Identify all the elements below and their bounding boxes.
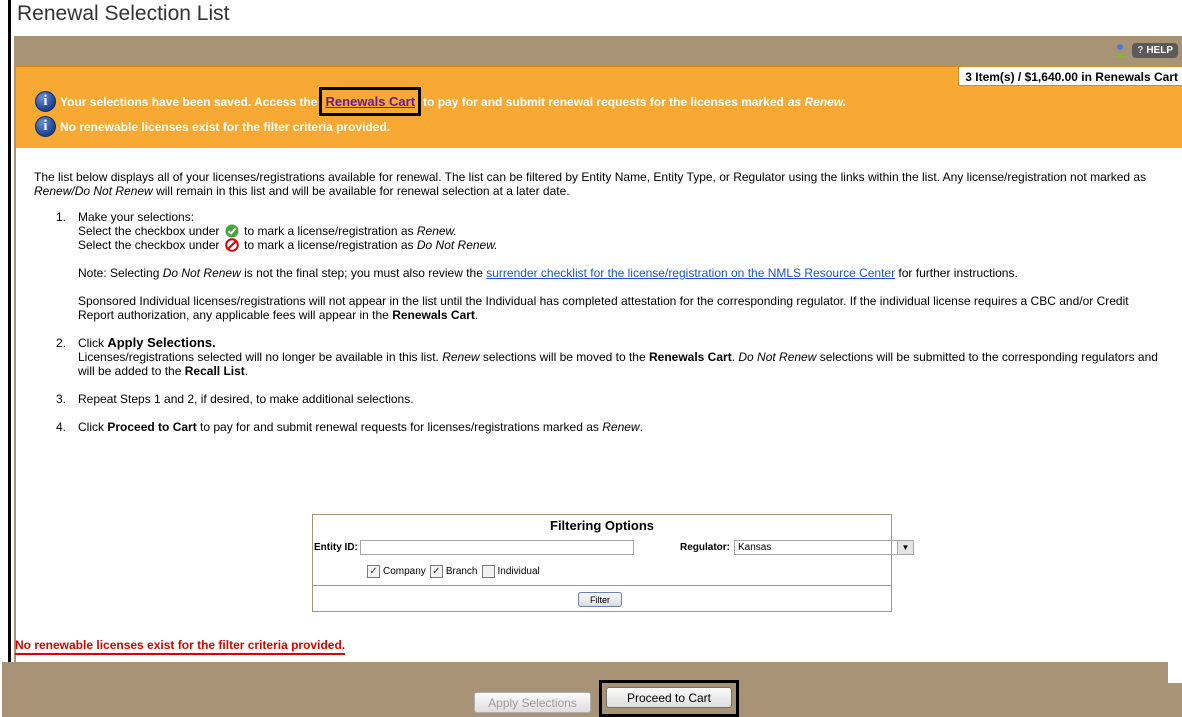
step-1-line-1-b: to mark a license/registration as [244,224,414,238]
step-2-bold: Apply Selections. [107,335,216,350]
intro-text-end: will remain in this list and will be ava… [152,184,570,198]
sponsored-bold: Renewals Cart [392,308,475,322]
intro-text-em: Renew/Do Not Renew [34,184,153,198]
toolbar: ? HELP [1112,42,1178,58]
saved-message-emph: as Renew. [787,94,847,109]
s4-bold: Proceed to Cart [107,420,197,434]
saved-message-suffix: to pay for and submit renewal requests f… [423,94,784,109]
s2-bold1: Renewals Cart [648,350,732,364]
help-label: HELP [1146,44,1173,56]
step-1-note: Note: Selecting Do Not Renew is not the … [78,266,1166,280]
surrender-checklist-link[interactable]: surrender checklist for the license/regi… [486,266,895,280]
individual-label: Individual [497,566,540,577]
individual-checkbox[interactable] [481,565,495,578]
renewals-cart-link[interactable]: Renewals Cart [325,94,415,109]
s2-em1: Renew [442,350,480,364]
filter-title: Filtering Options [550,518,654,533]
s4-em: Renew [602,420,640,434]
company-label: Company [383,566,426,577]
saved-message: i Your selections have been saved. Acces… [35,87,846,116]
step-1: 1. Make your selections: Select the chec… [56,210,1166,322]
note-c: for further instructions. [895,266,1018,280]
s2-a: Licenses/registrations selected will no … [78,350,443,364]
intro-text-1: The list below displays all of your lice… [34,170,1147,184]
step-1-line-2-b: to mark a license/registration as [244,238,414,252]
s2-em2: Do Not Renew [738,350,817,364]
note-a: Note: Selecting [78,266,163,280]
main-frame: ? HELP 3 Item(s) / $1,640.00 in Renewals… [14,36,1182,717]
renewals-cart-highlight: Renewals Cart [319,87,422,116]
do-not-renew-icon [224,238,239,252]
note-em: Do Not Renew [162,266,241,280]
no-licenses-text: No renewable licenses exist for the filt… [60,119,391,134]
step-number: 2. [56,336,67,350]
step-number: 4. [56,420,67,434]
step-1-line-2: Select the checkbox under to mark a lice… [78,238,1166,252]
step-1-line-1-a: Select the checkbox under [78,224,220,238]
filter-button[interactable]: Filter [578,592,622,607]
regulator-value: Kansas [738,542,772,553]
s4-end: . [639,420,643,434]
s2-b: selections will be moved to the [479,350,649,364]
regulator-row: Regulator: Kansas ▼ [680,540,914,555]
step-2-desc: Licenses/registrations selected will no … [78,350,1166,378]
step-number: 1. [56,210,67,224]
step-3: 3. Repeat Steps 1 and 2, if desired, to … [56,392,1166,406]
info-icon: i [35,116,56,137]
regulator-select[interactable]: Kansas ▼ [734,540,914,555]
left-border [8,0,11,717]
s2-e: . [244,364,249,378]
proceed-to-cart-button[interactable]: Proceed to Cart [606,687,732,708]
step-2-title: Click Apply Selections. [78,335,1166,351]
page-title: Renewal Selection List [17,2,230,25]
intro-text: The list below displays all of your lice… [34,170,1164,198]
chevron-down-icon[interactable]: ▼ [897,541,913,554]
step-1-title: Make your selections: [78,210,195,224]
step-2-pre: Click [78,336,108,350]
info-icon: i [35,91,56,112]
step-1-line-2-a: Select the checkbox under [78,238,220,252]
entity-id-row: Entity ID: [314,540,634,555]
sponsored-a: Sponsored Individual licenses/registrati… [78,294,1129,322]
step-3-text: Repeat Steps 1 and 2, if desired, to mak… [78,392,414,406]
company-checkbox[interactable]: ✓ [367,565,380,578]
step-4: 4. Click Proceed to Cart to pay for and … [56,420,1166,434]
help-button[interactable]: ? HELP [1132,42,1178,58]
apply-selections-button[interactable]: Apply Selections [474,692,591,713]
filter-divider [313,585,891,586]
help-question-icon: ? [1137,44,1144,56]
branch-label: Branch [445,566,478,577]
note-b: is not the final step; you must also rev… [240,266,487,280]
s2-bold2: Recall List [184,364,245,378]
cart-summary: 3 Item(s) / $1,640.00 in Renewals Cart [958,67,1182,86]
entity-id-label: Entity ID: [314,542,358,553]
no-licenses-message: i No renewable licenses exist for the fi… [35,116,390,137]
s4-mid: to pay for and submit renewal requests f… [196,420,603,434]
sponsored-end: . [474,308,479,322]
filtering-options: Filtering Options Entity ID: Regulator: … [312,514,914,612]
renew-check-icon [225,224,239,238]
branch-checkbox[interactable]: ✓ [429,565,443,578]
step-2: 2. Click Apply Selections. Licenses/regi… [56,335,1166,379]
s4-pre: Click [78,420,108,434]
step-4-text: Click Proceed to Cart to pay for and sub… [78,420,1166,434]
user-icon[interactable] [1112,42,1128,58]
instruction-steps: 1. Make your selections: Select the chec… [56,210,1166,434]
regulator-label: Regulator: [680,542,730,553]
entity-type-checkboxes: ✓ Company ✓ Branch Individual [367,565,544,578]
step-number: 3. [56,392,67,406]
error-message: No renewable licenses exist for the filt… [15,638,346,655]
step-1-sponsored: Sponsored Individual licenses/registrati… [78,294,1166,322]
step-1-line-1: Select the checkbox under to mark a lice… [78,224,1166,238]
entity-id-input[interactable] [359,540,634,555]
step-1-line-1-em: Renew. [416,224,457,238]
step-1-line-2-em: Do Not Renew. [416,238,498,252]
saved-message-prefix: Your selections have been saved. Access … [60,94,318,109]
